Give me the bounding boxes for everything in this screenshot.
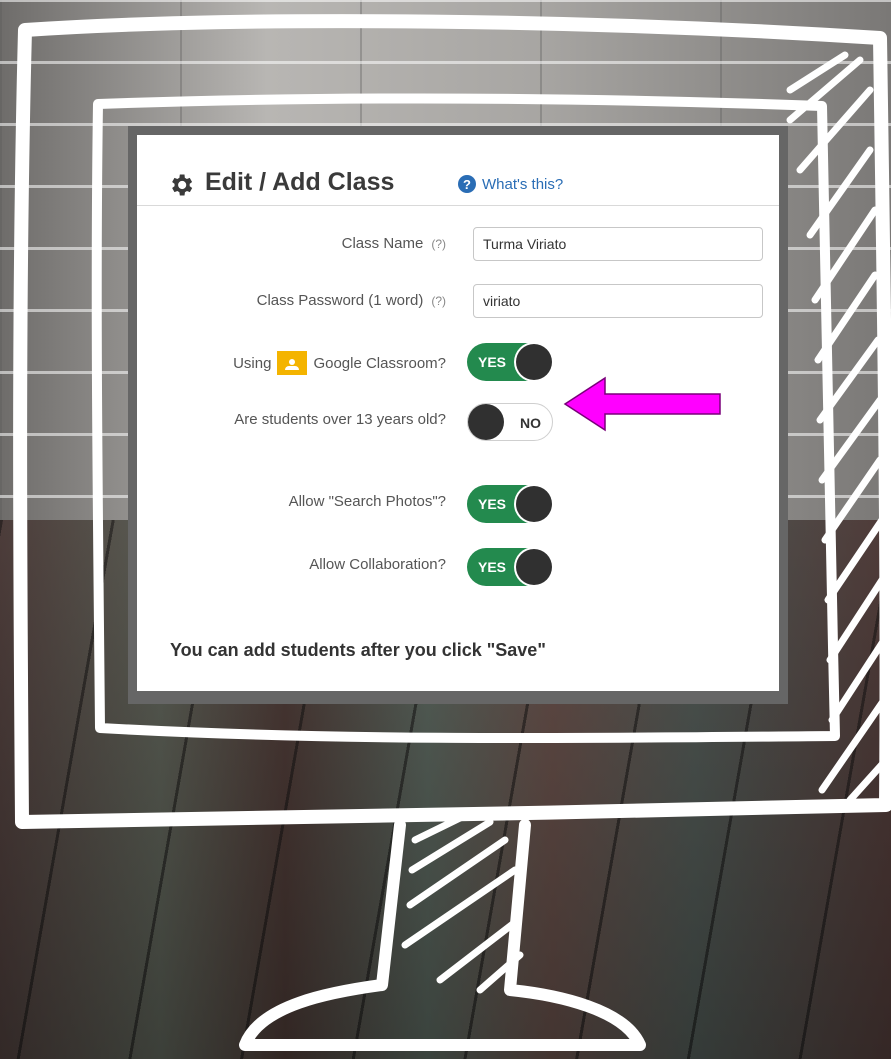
dialog-title: Edit / Add Class	[205, 168, 395, 196]
search-photos-label: Allow "Search Photos"?	[288, 493, 446, 510]
toggle-state-label: NO	[520, 415, 541, 431]
over-13-label: Are students over 13 years old?	[234, 411, 446, 428]
google-classroom-suffix: Google Classroom?	[313, 354, 446, 372]
search-photos-toggle[interactable]: YES	[467, 485, 553, 523]
toggle-knob	[468, 404, 504, 440]
question-circle-icon: ?	[458, 175, 476, 193]
class-password-label-text: Class Password (1 word)	[256, 292, 424, 309]
over-13-toggle[interactable]: NO	[467, 403, 553, 441]
collaboration-toggle[interactable]: YES	[467, 548, 553, 586]
class-password-input[interactable]	[473, 284, 763, 318]
class-name-label: Class Name (?)	[342, 235, 446, 252]
dialog-header: Edit / Add Class ? What's this?	[137, 135, 779, 206]
toggle-knob	[516, 344, 552, 380]
class-name-input[interactable]	[473, 227, 763, 261]
collaboration-label: Allow Collaboration?	[309, 556, 446, 573]
class-name-label-text: Class Name	[341, 235, 424, 252]
toggle-state-label: YES	[478, 354, 507, 370]
class-password-help[interactable]: (?)	[431, 294, 446, 308]
toggle-state-label: YES	[478, 559, 507, 575]
google-classroom-toggle[interactable]: YES	[467, 343, 553, 381]
gear-icon	[172, 174, 193, 196]
class-password-label: Class Password (1 word) (?)	[257, 292, 446, 309]
toggle-state-label: YES	[478, 496, 507, 512]
toggle-knob	[516, 549, 552, 585]
class-name-help[interactable]: (?)	[431, 237, 446, 251]
save-note: You can add students after you click "Sa…	[170, 640, 546, 660]
google-classroom-prefix: Using	[233, 354, 272, 372]
google-classroom-label: Using Google Classroom?	[233, 351, 446, 375]
edit-class-dialog: Edit / Add Class ? What's this? Class Na…	[128, 126, 788, 704]
whats-this-label: What's this?	[482, 175, 564, 193]
dialog-body: Edit / Add Class ? What's this? Class Na…	[137, 135, 779, 691]
whats-this-link[interactable]: ? What's this?	[458, 175, 563, 193]
google-classroom-icon	[277, 351, 308, 375]
toggle-knob	[516, 486, 552, 522]
